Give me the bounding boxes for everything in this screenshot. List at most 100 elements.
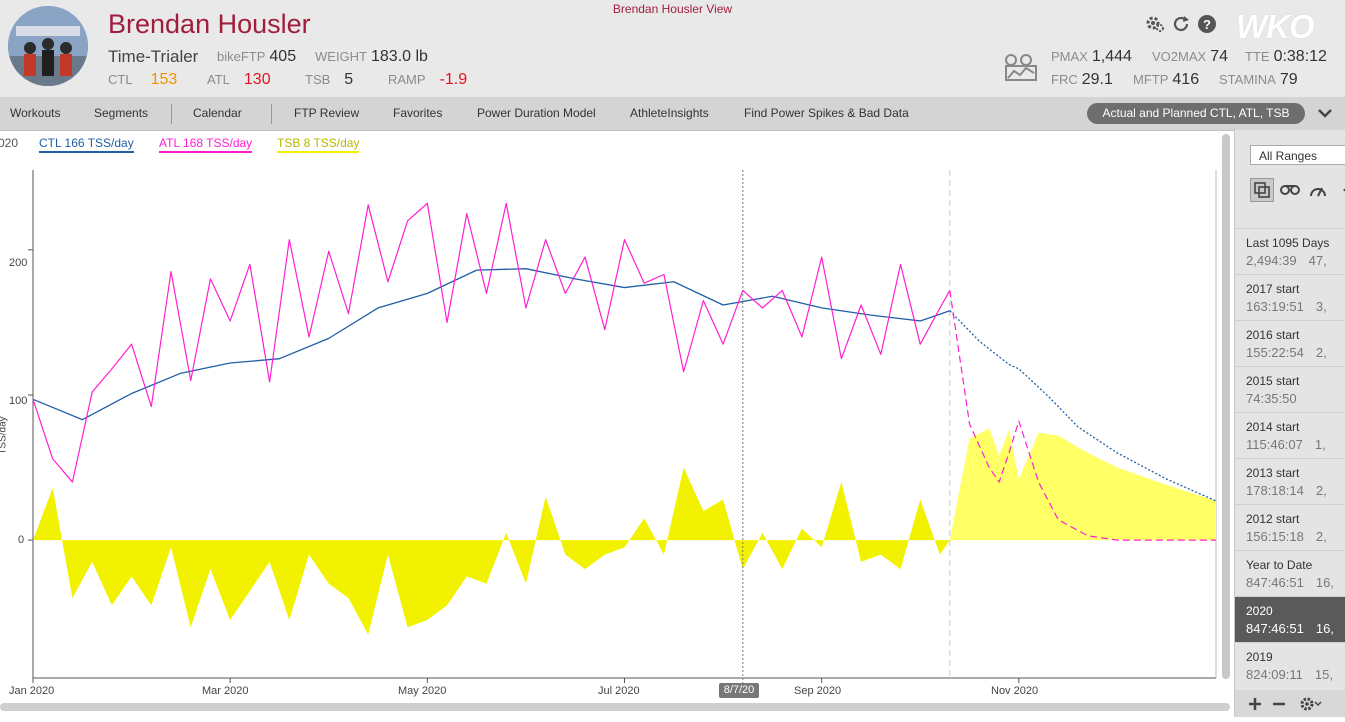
nav-bar: Workouts Segments Calendar FTP Review Fa… <box>0 97 1345 131</box>
range-row[interactable]: Year to Date 847:46:51 16, <box>1235 550 1345 596</box>
range-row[interactable]: 2014 start 115:46:07 1, <box>1235 412 1345 458</box>
back-arrow-icon[interactable] <box>1334 178 1345 202</box>
metric-value: 405 <box>269 48 297 65</box>
nav-item-find-power-spikes[interactable]: Find Power Spikes & Bad Data <box>744 106 909 120</box>
range-name: 2015 start <box>1246 374 1300 388</box>
nav-item-calendar[interactable]: Calendar <box>193 106 242 120</box>
chart-horizontal-scrollbar[interactable] <box>0 703 1230 711</box>
range-time: 178:18:14 <box>1246 483 1304 498</box>
metric-vo2max: VO2MAX 74 <box>1152 48 1228 66</box>
range-time: 156:15:18 <box>1246 529 1304 544</box>
bike-power-icon[interactable] <box>1004 52 1040 87</box>
x-tick-label: Jan 2020 <box>9 685 55 697</box>
range-name: 2016 start <box>1246 328 1300 342</box>
metric-label: PMAX <box>1051 49 1088 64</box>
nav-item-workouts[interactable]: Workouts <box>10 106 60 120</box>
chevron-down-icon[interactable] <box>1316 105 1334 126</box>
help-icon[interactable]: ? <box>1197 14 1217 34</box>
range-duration: 156:15:18 2, <box>1246 529 1345 544</box>
range-tss: 16, <box>1315 621 1334 636</box>
atl-line-actual <box>32 202 951 483</box>
range-time: 847:46:51 <box>1246 621 1304 636</box>
range-duration: 155:22:54 2, <box>1246 345 1345 360</box>
range-tss: 3, <box>1315 299 1327 314</box>
range-row[interactable]: 2012 start 156:15:18 2, <box>1235 504 1345 550</box>
metric-label: TTE <box>1245 49 1270 64</box>
range-row[interactable]: 2015 start 74:35:50 <box>1235 366 1345 412</box>
plus-icon[interactable] <box>1249 698 1261 710</box>
avatar[interactable] <box>8 6 88 86</box>
range-name: 2013 start <box>1246 466 1300 480</box>
metric-bike-ftp: bikeFTP 405 <box>217 48 296 66</box>
range-name: 2017 start <box>1246 282 1300 296</box>
range-row[interactable]: Last 1095 Days 2,494:39 47, <box>1235 228 1345 274</box>
metric-value: 183.0 lb <box>371 48 428 65</box>
range-time: 824:09:11 <box>1246 667 1303 682</box>
metric-value: 79 <box>1279 71 1298 88</box>
range-row[interactable]: 2020 847:46:51 16, <box>1235 596 1345 642</box>
sidebar-toolbar <box>1250 178 1345 202</box>
nav-item-segments[interactable]: Segments <box>94 106 148 120</box>
range-duration: 2,494:39 47, <box>1246 253 1345 268</box>
range-name: 2012 start <box>1246 512 1300 526</box>
x-tick-label: Nov 2020 <box>991 685 1039 697</box>
metric-label: CTL <box>108 72 133 87</box>
metric-value: 74 <box>1210 48 1228 65</box>
date-marker-label[interactable]: 8/7/20 <box>719 683 759 698</box>
range-tss: 2, <box>1315 483 1327 498</box>
refresh-icon[interactable] <box>1171 14 1191 34</box>
metric-value: 5 <box>344 71 354 88</box>
metric-value: 29.1 <box>1081 71 1113 88</box>
range-row[interactable]: 2013 start 178:18:14 2, <box>1235 458 1345 504</box>
y-axis-label: TSS/day <box>0 416 9 455</box>
nav-item-favorites[interactable]: Favorites <box>393 106 442 120</box>
x-tick-label: Sep 2020 <box>794 685 842 697</box>
metric-label: WEIGHT <box>315 49 367 64</box>
range-filter-select[interactable]: All Ranges <box>1250 145 1345 165</box>
metric-value: 130 <box>243 71 271 88</box>
gears-icon[interactable] <box>1145 14 1165 34</box>
svg-text:?: ? <box>1203 17 1211 32</box>
pmc-chart[interactable] <box>0 130 1240 717</box>
metric-label: TSB <box>305 72 331 87</box>
range-tss: 1, <box>1314 437 1326 452</box>
range-name: 2020 <box>1246 604 1273 618</box>
settings-icon[interactable] <box>1300 697 1322 711</box>
range-tss: 2, <box>1315 529 1327 544</box>
metric-tsb: TSB 5 <box>305 71 353 89</box>
range-duration: 847:46:51 16, <box>1246 621 1345 636</box>
nav-item-athlete-insights[interactable]: AthleteInsights <box>630 106 709 120</box>
range-row[interactable]: 2017 start 163:19:51 3, <box>1235 274 1345 320</box>
chart-selector[interactable]: Actual and Planned CTL, ATL, TSB <box>1087 103 1305 124</box>
bike-chain-icon[interactable] <box>1278 178 1302 202</box>
range-time: 847:46:51 <box>1246 575 1304 590</box>
nav-item-ftp-review[interactable]: FTP Review <box>294 106 359 120</box>
metric-value: 1,444 <box>1091 48 1132 65</box>
nav-divider <box>271 104 272 124</box>
overlay-icon[interactable] <box>1250 178 1274 202</box>
chart-vertical-scrollbar[interactable] <box>1222 134 1230 679</box>
range-row[interactable]: 2016 start 155:22:54 2, <box>1235 320 1345 366</box>
range-tss: 2, <box>1315 345 1327 360</box>
header-toolbar: ? <box>1145 14 1217 34</box>
ranges-sidebar: All Ranges Last 1095 Days 2,494:39 47, 2017… <box>1234 130 1345 717</box>
metric-label: ATL <box>207 72 230 87</box>
range-time: 155:22:54 <box>1246 345 1304 360</box>
performance-icon[interactable] <box>1306 178 1330 202</box>
range-tss: 47, <box>1308 253 1327 268</box>
range-duration: 74:35:50 <box>1246 391 1345 406</box>
metric-ramp: RAMP -1.9 <box>388 71 467 89</box>
metric-label: FRC <box>1051 72 1078 87</box>
range-row[interactable]: 2019 824:09:11 15, <box>1235 642 1345 688</box>
metric-label: RAMP <box>388 72 426 87</box>
wko-logo: WKO <box>1236 8 1315 45</box>
range-duration: 178:18:14 2, <box>1246 483 1345 498</box>
chart-canvas[interactable] <box>0 130 1240 717</box>
nav-item-power-duration-model[interactable]: Power Duration Model <box>477 106 596 120</box>
metric-value: 0:38:12 <box>1273 48 1327 65</box>
metric-pmax: PMAX 1,444 <box>1051 48 1132 66</box>
sidebar-footer <box>1235 690 1345 717</box>
range-time: 115:46:07 <box>1246 437 1303 452</box>
range-name: Year to Date <box>1246 558 1313 572</box>
x-tick-label: Jul 2020 <box>598 685 640 697</box>
